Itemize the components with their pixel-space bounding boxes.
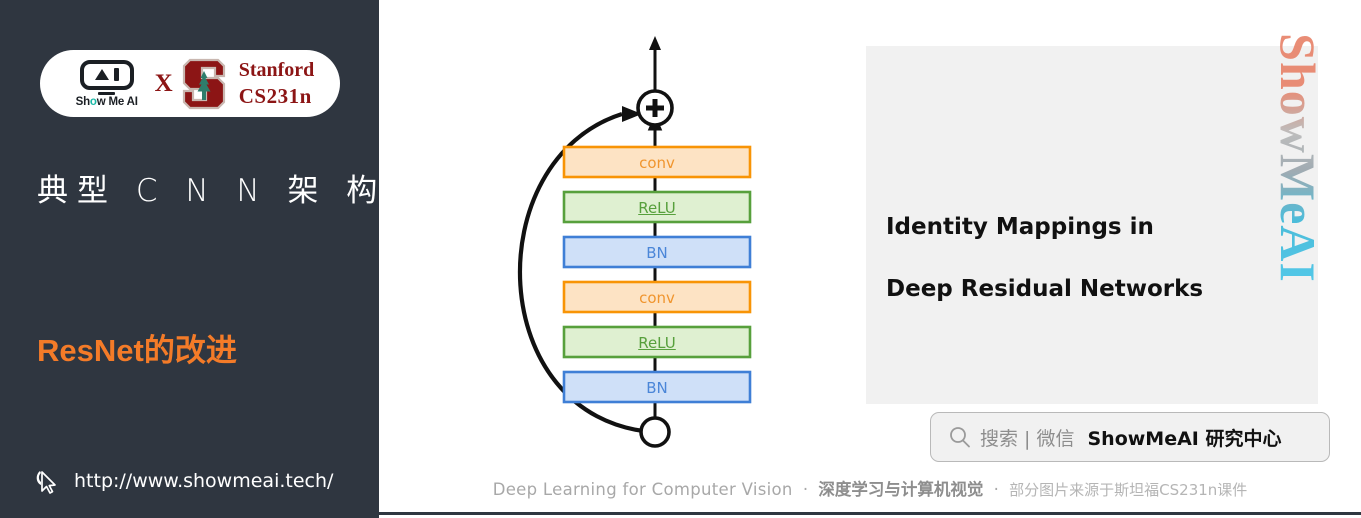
footer-separator-1: ·: [802, 480, 809, 499]
showmeai-wordmark: Show Me AI: [75, 95, 138, 108]
showmeai-logo: Show Me AI: [66, 59, 148, 108]
layer-label-bn-bottom: BN: [646, 379, 668, 397]
bar-icon: [113, 68, 119, 81]
layer-label-relu-bottom: ReLU: [638, 334, 676, 352]
search-placeholder-label: 搜索 | 微信: [980, 427, 1075, 450]
footer-chinese-bold: 深度学习与计算机视觉: [818, 480, 984, 499]
wechat-search-box[interactable]: 搜索 | 微信 ShowMeAI 研究中心: [930, 412, 1330, 462]
left-title-panel: Show Me AI X Stanford CS231n 典型 C N N 架 …: [0, 0, 379, 518]
stanford-cs231n-label: Stanford CS231n: [239, 58, 315, 109]
page-subtitle: ResNet的改进: [37, 333, 237, 368]
resnet-block-diagram: conv ReLU BN conv ReLU BN: [390, 10, 860, 465]
layer-label-relu-top: ReLU: [638, 199, 676, 217]
page-title: 典型 C N N 架 构: [37, 173, 387, 209]
cross-symbol: X: [154, 69, 173, 97]
screen-stand-icon: [98, 91, 116, 95]
layer-label-bn-top: BN: [646, 244, 668, 262]
stanford-line2: CS231n: [238, 83, 312, 108]
robot-screen-icon: [79, 59, 134, 90]
stanford-tree-s-icon: [182, 58, 226, 110]
footer-caption: Deep Learning for Computer Vision · 深度学习…: [390, 476, 1350, 500]
magnifier-icon: [950, 427, 970, 448]
paper-title-line1: Identity Mappings in: [886, 214, 1154, 240]
site-url-text: http://www.showmeai.tech/: [74, 470, 334, 492]
search-brand-label: ShowMeAI 研究中心: [1087, 427, 1282, 450]
site-url-row[interactable]: http://www.showmeai.tech/: [33, 466, 333, 496]
layer-label-conv-bottom: conv: [639, 289, 675, 307]
stanford-line1: Stanford: [238, 58, 315, 81]
input-branch-node: [639, 416, 671, 448]
slide-root: Show Me AI X Stanford CS231n 典型 C N N 架 …: [0, 0, 1361, 518]
paper-title: Identity Mappings in Deep Residual Netwo…: [886, 216, 1286, 301]
layer-label-conv-top: conv: [639, 154, 675, 172]
footer-separator-2: ·: [993, 480, 999, 499]
footer-english: Deep Learning for Computer Vision: [492, 480, 793, 499]
caret-up-icon: [94, 69, 109, 80]
bottom-rule: [379, 512, 1361, 515]
paper-title-line2: Deep Residual Networks: [886, 276, 1204, 302]
logo-pill: Show Me AI X Stanford CS231n: [40, 50, 340, 117]
footer-chinese-small: 部分图片来源于斯坦福CS231n课件: [1009, 481, 1248, 499]
mouse-cursor-icon: [36, 471, 56, 494]
